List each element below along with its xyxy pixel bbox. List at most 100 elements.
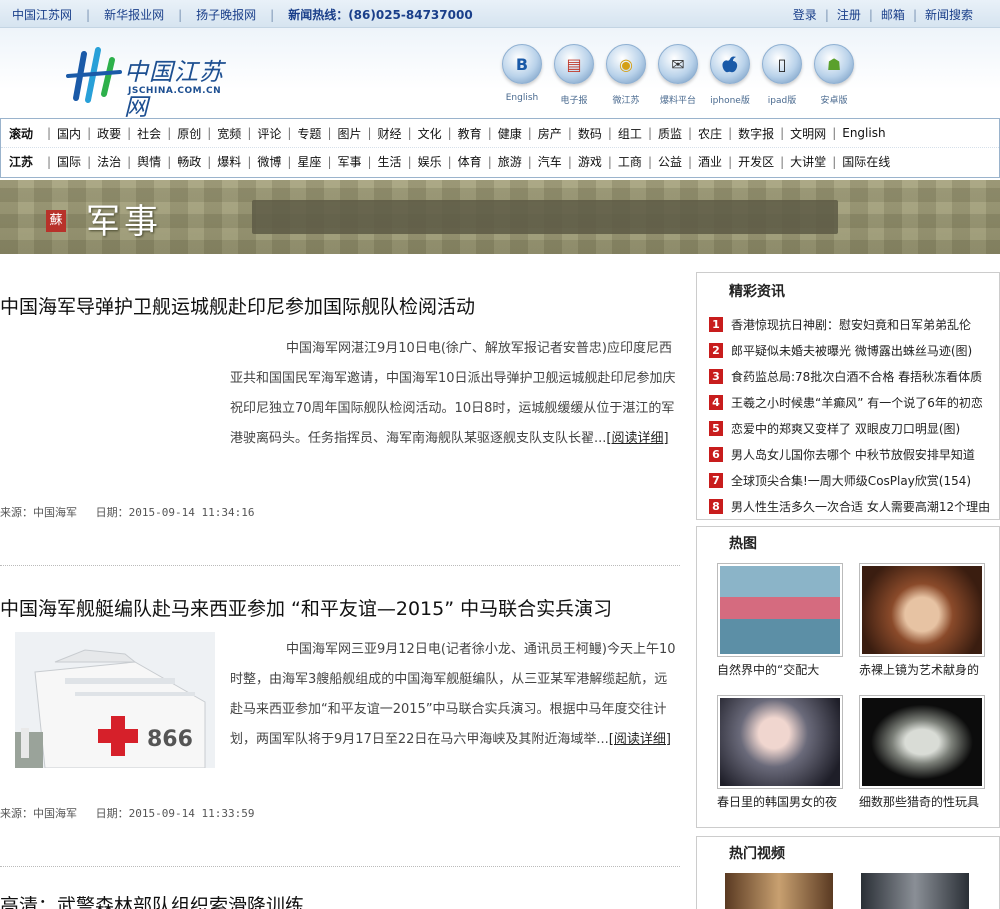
nav-item[interactable]: 大讲堂: [790, 153, 826, 170]
nav-separator: |: [728, 126, 733, 140]
featured-news-item[interactable]: 6 男人岛女儿国你去哪个 中秋节放假安排早知道: [709, 441, 991, 467]
nav-item[interactable]: 图片: [337, 125, 361, 142]
nav-item[interactable]: 江苏: [9, 153, 41, 170]
app-label: 微江苏: [612, 96, 640, 106]
nav-item[interactable]: 宽频: [217, 125, 241, 142]
nav-item[interactable]: 星座: [297, 153, 321, 170]
featured-news-item[interactable]: 5 恋爱中的郑爽又变样了 双眼皮刀口明显(图): [709, 415, 991, 441]
link-xinhua[interactable]: 新华报业网: [104, 6, 164, 23]
link-jschina[interactable]: 中国江苏网: [12, 6, 72, 23]
nav-separator: |: [127, 126, 132, 140]
nav-separator: |: [87, 126, 92, 140]
mail-link[interactable]: 邮箱: [881, 6, 905, 23]
app-english[interactable]: B English: [496, 44, 548, 106]
nav-item[interactable]: 滚动: [9, 125, 41, 142]
app-label: 安卓版: [820, 96, 848, 106]
nav-item[interactable]: 财经: [378, 125, 402, 142]
featured-news-item[interactable]: 3 食药监总局:78批次白酒不合格 春捂秋冻看体质: [709, 363, 991, 389]
hot-pic[interactable]: 春日里的韩国男女的夜: [717, 695, 843, 810]
nav-item[interactable]: 原创: [177, 125, 201, 142]
nav-item[interactable]: 爆料: [217, 153, 241, 170]
nav-item[interactable]: 法治: [97, 153, 121, 170]
register-link[interactable]: 注册: [837, 6, 861, 23]
nav-item[interactable]: 专题: [297, 125, 321, 142]
article-title[interactable]: 高清：武警森林部队组织索滑降训练: [0, 891, 680, 909]
article-thumbnail[interactable]: 866: [15, 632, 215, 768]
nav-separator: |: [527, 126, 532, 140]
nav-item[interactable]: 政要: [97, 125, 121, 142]
nav-item[interactable]: 数字报: [738, 125, 774, 142]
app-links: B English ▤ 电子报 ◉ 微江苏 ✉ 爆料平台 iphone版 ▯ i…: [496, 44, 860, 106]
apple-glyph: [722, 56, 738, 73]
nav-item[interactable]: 组工: [618, 125, 642, 142]
nav-item[interactable]: 评论: [257, 125, 281, 142]
nav-item[interactable]: 工商: [618, 153, 642, 170]
separator: |: [270, 7, 275, 22]
separator: |: [178, 7, 183, 22]
app-weibo[interactable]: ◉ 微江苏: [600, 44, 652, 106]
featured-news-item[interactable]: 8 男人性生活多久一次合适 女人需要高潮12个理由: [709, 493, 991, 519]
read-more-link[interactable]: [阅读详细]: [609, 732, 671, 747]
separator: |: [86, 7, 91, 22]
nav-item[interactable]: 健康: [498, 125, 522, 142]
nav-item[interactable]: 教育: [458, 125, 482, 142]
nav-item[interactable]: 数码: [578, 125, 602, 142]
hot-pics-box: 热图 自然界中的“交配大 赤裸上镜为艺术献身的 春日里的韩国男女的夜 细数那些猎…: [696, 526, 1000, 828]
read-more-link[interactable]: [阅读详细]: [606, 431, 668, 446]
nav-separator: |: [688, 126, 693, 140]
section-banner: 蘇 军事: [0, 180, 1000, 254]
nav-item[interactable]: 国际在线: [842, 153, 890, 170]
app-android[interactable]: ☗ 安卓版: [808, 44, 860, 106]
nav-item[interactable]: 社会: [137, 125, 161, 142]
nav-item[interactable]: 舆情: [137, 153, 161, 170]
app-iphone[interactable]: iphone版: [704, 44, 756, 106]
app-tipoff[interactable]: ✉ 爆料平台: [652, 44, 704, 106]
nav-item[interactable]: 文化: [418, 125, 442, 142]
nav-item[interactable]: 畅政: [177, 153, 201, 170]
news-search-link[interactable]: 新闻搜索: [925, 6, 973, 23]
hot-pic[interactable]: 自然界中的“交配大: [717, 563, 843, 678]
nav-item[interactable]: 汽车: [538, 153, 562, 170]
nav-item[interactable]: 开发区: [738, 153, 774, 170]
nav-item[interactable]: 质监: [658, 125, 682, 142]
nav-item[interactable]: 旅游: [498, 153, 522, 170]
nav-item[interactable]: 酒业: [698, 153, 722, 170]
app-ipad[interactable]: ▯ ipad版: [756, 44, 808, 106]
hot-pic[interactable]: 赤裸上镜为艺术献身的: [859, 563, 985, 678]
site-logo[interactable]: 中国江苏网 JSCHINA.COM.CN: [66, 46, 246, 121]
nav-item[interactable]: 生活: [378, 153, 402, 170]
featured-news-item[interactable]: 2 郎平疑似未婚夫被曝光 微博露出蛛丝马迹(图): [709, 337, 991, 363]
nav-item[interactable]: 国内: [57, 125, 81, 142]
nav-item[interactable]: 国际: [57, 153, 81, 170]
article-title[interactable]: 中国海军导弹护卫舰运城舰赴印尼参加国际舰队检阅活动: [0, 292, 680, 319]
link-yangtse[interactable]: 扬子晚报网: [196, 6, 256, 23]
hot-pic-image: [859, 563, 985, 657]
nav-item[interactable]: 公益: [658, 153, 682, 170]
nav-item[interactable]: 体育: [458, 153, 482, 170]
featured-news-item[interactable]: 1 香港惊现抗日神剧：慰安妇竟和日军弟弟乱伦: [709, 311, 991, 337]
hot-pics-title: 热图: [729, 536, 757, 552]
nav-item[interactable]: 文明网: [790, 125, 826, 142]
featured-news-list: 1 香港惊现抗日神剧：慰安妇竟和日军弟弟乱伦 2 郎平疑似未婚夫被曝光 微博露出蛛丝马…: [709, 311, 991, 519]
video-thumb[interactable]: [725, 873, 833, 909]
nav-item[interactable]: 军事: [337, 153, 361, 170]
source-label: 来源：: [0, 807, 33, 820]
video-thumb[interactable]: [861, 873, 969, 909]
login-link[interactable]: 登录: [793, 6, 817, 23]
nav-item[interactable]: 微博: [257, 153, 281, 170]
hot-pic[interactable]: 细数那些猎奇的性玩具: [859, 695, 985, 810]
app-epaper[interactable]: ▤ 电子报: [548, 44, 600, 106]
article-item: 中国海军舰艇编队赴马来西亚参加 “和平友谊—2015” 中马联合实兵演习: [0, 594, 680, 621]
nav-item[interactable]: English: [842, 126, 885, 140]
featured-news-item[interactable]: 7 全球顶尖合集!一周大师级CosPlay欣赏(154): [709, 467, 991, 493]
featured-news-box: 精彩资讯 1 香港惊现抗日神剧：慰安妇竟和日军弟弟乱伦 2 郎平疑似未婚夫被曝光 微博…: [696, 272, 1000, 520]
nav-item[interactable]: 娱乐: [418, 153, 442, 170]
featured-news-item[interactable]: 4 王羲之小时候患“羊癫风” 有一个说了6年的初恋: [709, 389, 991, 415]
separator: |: [868, 7, 873, 22]
rank-badge: 3: [709, 368, 723, 384]
hot-pic-caption: 细数那些猎奇的性玩具: [859, 795, 980, 809]
nav-item[interactable]: 游戏: [578, 153, 602, 170]
nav-item[interactable]: 农庄: [698, 125, 722, 142]
nav-item[interactable]: 房产: [538, 125, 562, 142]
article-title[interactable]: 中国海军舰艇编队赴马来西亚参加 “和平友谊—2015” 中马联合实兵演习: [0, 594, 680, 621]
